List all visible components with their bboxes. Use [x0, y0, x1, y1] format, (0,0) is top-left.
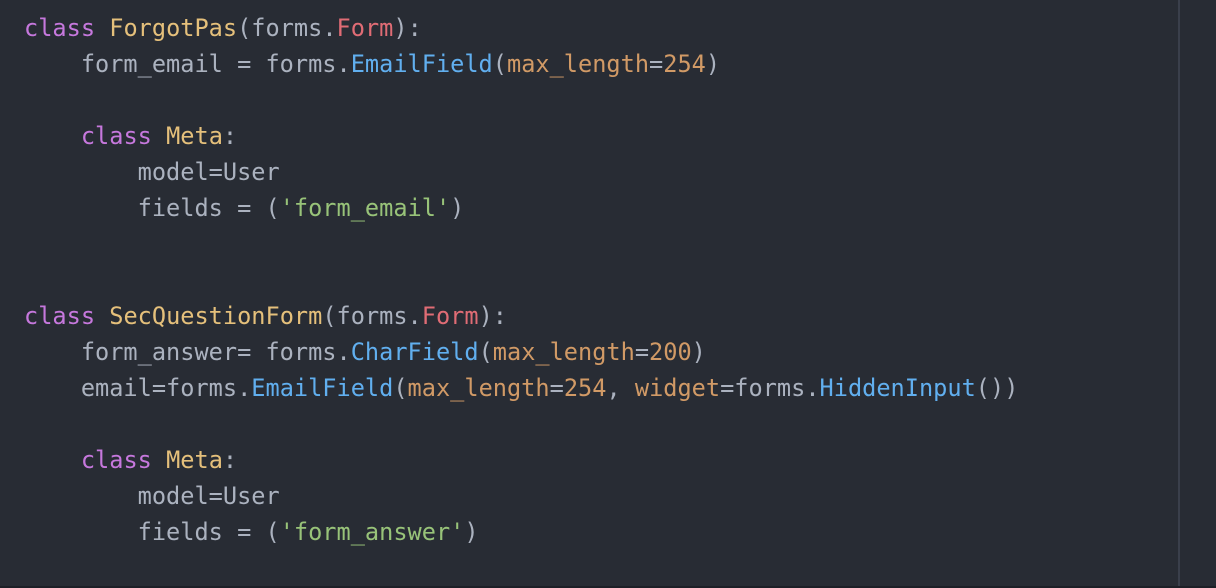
- code-token-plain: fields = (: [24, 194, 280, 222]
- code-line: form_email = forms.EmailField(max_length…: [24, 46, 1018, 82]
- code-token-class: Meta: [166, 122, 223, 150]
- code-token-class: ForgotPas: [109, 14, 238, 42]
- code-token-class: SecQuestionForm: [109, 302, 323, 330]
- code-token-number: 254: [563, 374, 607, 402]
- code-token-keyword: class: [24, 14, 96, 42]
- code-token-plain: (forms.: [237, 14, 337, 42]
- code-token-plain: :: [222, 446, 238, 474]
- code-token-keyword: class: [80, 446, 152, 474]
- code-token-keyword: class: [80, 122, 152, 150]
- code-token-plain: email=forms.: [24, 374, 252, 402]
- code-token-plain: form_answer= forms.: [24, 338, 351, 366]
- code-line: form_answer= forms.CharField(max_length=…: [24, 334, 1018, 370]
- code-token-plain: :: [222, 122, 238, 150]
- code-token-plain: ): [464, 518, 479, 546]
- code-token-plain: =: [634, 338, 650, 366]
- code-token-func: HiddenInput: [819, 374, 976, 402]
- code-token-param: widget: [634, 374, 721, 402]
- code-token-string: 'form_answer': [279, 518, 465, 546]
- code-line: class Meta:: [24, 442, 1018, 478]
- code-line: model=User: [24, 478, 1018, 514]
- code-token-builtin: Form: [336, 14, 394, 42]
- code-token-plain: model=User: [24, 158, 280, 186]
- code-token-plain: ): [450, 194, 465, 222]
- code-line: class SecQuestionForm(forms.Form):: [24, 298, 1018, 334]
- code-line: fields = ('form_answer'): [24, 514, 1018, 550]
- code-token-plain: model=User: [24, 482, 280, 510]
- code-token-plain: =forms.: [720, 374, 820, 402]
- code-token-plain: ):: [393, 14, 422, 42]
- code-token-number: 200: [649, 338, 692, 366]
- code-token-plain: ()): [975, 374, 1019, 402]
- code-token-plain: =: [649, 50, 664, 78]
- code-token-plain: (: [393, 374, 408, 402]
- code-token-plain: =: [549, 374, 564, 402]
- code-token-string: 'form_email': [279, 194, 451, 222]
- code-line: email=forms.EmailField(max_length=254, w…: [24, 370, 1019, 406]
- code-token-plain: ): [691, 338, 706, 366]
- code-line: model=User: [24, 154, 1018, 190]
- code-token-func: CharField: [350, 338, 479, 366]
- code-block[interactable]: class ForgotPas(forms.Form): form_email …: [24, 10, 1018, 550]
- code-line: fields = ('form_email'): [24, 190, 1018, 226]
- code-token-keyword: class: [24, 302, 96, 330]
- code-token-plain: ): [705, 50, 721, 78]
- code-token-plain: (: [478, 338, 493, 366]
- code-token-number: 254: [663, 50, 706, 78]
- code-line: class Meta:: [24, 118, 1018, 154]
- code-token-param: max_length: [506, 50, 650, 78]
- code-token-func: EmailField: [350, 50, 493, 78]
- code-token-builtin: Form: [421, 302, 479, 330]
- code-token-param: max_length: [407, 374, 550, 402]
- code-token-class: Meta: [166, 446, 223, 474]
- code-token-plain: ,: [606, 374, 635, 402]
- code-token-plain: (forms.: [322, 302, 422, 330]
- right-ruler-line: [1178, 0, 1180, 588]
- code-token-plain: (: [492, 50, 507, 78]
- code-token-plain: ):: [478, 302, 508, 330]
- code-token-plain: fields = (: [24, 518, 280, 546]
- code-token-param: max_length: [492, 338, 635, 366]
- code-line: class ForgotPas(forms.Form):: [24, 10, 1018, 46]
- code-token-func: EmailField: [251, 374, 394, 402]
- code-token-plain: form_email = forms.: [24, 50, 351, 78]
- code-editor[interactable]: class ForgotPas(forms.Form): form_email …: [0, 0, 1216, 588]
